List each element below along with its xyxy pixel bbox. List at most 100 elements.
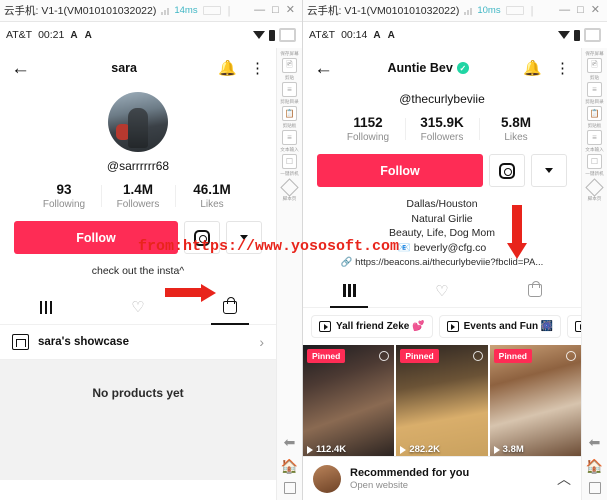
text-input-icon[interactable]: ☐ [587, 154, 602, 169]
instagram-button[interactable] [489, 154, 525, 187]
showcase-name: sara's showcase [38, 335, 129, 348]
screenshot-icon[interactable] [279, 28, 296, 42]
tab-liked[interactable]: ♡ [396, 274, 489, 307]
minimize-button[interactable]: — [559, 5, 570, 16]
profile-header: ← sara 🔔 ⋮ [0, 48, 276, 88]
recommendation-bar[interactable]: Recommended for you Open website ︿ [303, 456, 581, 500]
carrier-label: AT&T [309, 29, 336, 41]
stat-label: Followers [420, 132, 464, 143]
stat-label: Following [346, 132, 390, 143]
playlist-chips: Yall friend Zeke 💕 Events and Fun 🎆 [303, 308, 581, 345]
playlist-chip[interactable]: Yall friend Zeke 💕 [311, 315, 433, 338]
home-icon[interactable]: 🏠 [586, 458, 603, 475]
font-large-icon: A [84, 29, 93, 41]
back-icon[interactable]: ⬅ [589, 434, 601, 451]
list-icon[interactable]: ≡ [282, 130, 297, 145]
stat-value: 1.4M [122, 182, 153, 197]
chevron-up-icon[interactable]: ︿ [557, 469, 571, 489]
stat-following[interactable]: 93 Following [27, 182, 101, 210]
recent-apps-icon[interactable] [283, 482, 296, 494]
shopping-bag-icon [223, 297, 237, 314]
playlist-chip[interactable] [567, 315, 581, 338]
stat-label: Followers [116, 199, 160, 210]
list-icon[interactable]: ≡ [587, 82, 602, 97]
font-large-icon: A [387, 29, 396, 41]
video-thumbnail[interactable]: Pinned 3.8M [489, 345, 581, 457]
profile-handle: @sarrrrrr68 [106, 159, 170, 173]
profile-actions: Follow [303, 154, 581, 187]
chevron-right-icon[interactable]: › [259, 334, 264, 350]
battery-icon [505, 6, 524, 15]
back-button[interactable]: ← [314, 59, 333, 78]
avatar [313, 464, 341, 493]
playlist-label: Yall friend Zeke 💕 [336, 321, 425, 332]
page-title: Auntie Bev ✓ [333, 61, 523, 75]
bio-link[interactable]: 🔗 https://beacons.ai/thecurlybeviie?fbcl… [303, 257, 581, 268]
heart-icon: ♡ [131, 299, 145, 316]
wifi-icon [253, 31, 265, 39]
maximize-button[interactable]: □ [577, 5, 584, 16]
back-icon[interactable]: ⬅ [284, 434, 296, 451]
tool-label: 剪贴板 [587, 123, 602, 128]
annotation-arrow-shop-tab [165, 283, 216, 302]
video-thumbnail[interactable]: Pinned 112.4K [303, 345, 395, 457]
image-icon[interactable]: 🖻 [587, 58, 602, 73]
maximize-button[interactable]: □ [272, 5, 279, 16]
store-icon [12, 333, 29, 350]
bell-icon[interactable]: 🔔 [523, 59, 542, 77]
clipboard-icon[interactable]: 📋 [587, 106, 602, 121]
battery-status-icon [574, 29, 580, 41]
tab-shop[interactable] [488, 274, 581, 307]
diamond-icon[interactable] [280, 178, 299, 197]
playlist-chip[interactable]: Events and Fun 🎆 [438, 315, 562, 338]
tool-label: 剪贴 [284, 75, 295, 80]
page-title: sara [30, 61, 218, 75]
stat-followers[interactable]: 1.4M Followers [101, 182, 175, 210]
stat-following[interactable]: 1152 Following [331, 115, 405, 143]
latency-label: 14ms [174, 5, 198, 16]
stat-likes[interactable]: 46.1M Likes [175, 182, 249, 210]
profile-header: ← Auntie Bev ✓ 🔔 ⋮ [303, 48, 581, 88]
tool-label: 剪贴板 [282, 123, 297, 128]
close-button[interactable]: ✕ [591, 5, 600, 16]
image-icon[interactable]: 🖻 [282, 58, 297, 73]
stat-value: 93 [56, 182, 72, 197]
video-thumbnail[interactable]: Pinned 282.2K [396, 345, 488, 457]
diamond-icon[interactable] [585, 178, 604, 197]
pinned-badge: Pinned [307, 349, 346, 363]
clock-label: 00:14 [341, 29, 368, 41]
profile-bio: check out the insta^ [91, 265, 185, 277]
phone-screen-right: ← Auntie Bev ✓ 🔔 ⋮ @thecurlybeviie 1152 … [303, 48, 581, 500]
more-options-icon[interactable]: ⋮ [250, 59, 265, 77]
more-options-icon[interactable]: ⋮ [555, 59, 570, 77]
bookmark-icon [565, 351, 576, 361]
stat-likes[interactable]: 5.8M Likes [479, 115, 553, 143]
screenshot-icon[interactable] [584, 28, 601, 42]
list-icon[interactable]: ≡ [282, 82, 297, 97]
text-input-icon[interactable]: ☐ [282, 154, 297, 169]
showcase-row[interactable]: sara's showcase › [0, 324, 276, 360]
tool-label: 一键新机 [280, 171, 299, 176]
tab-videos[interactable] [0, 291, 92, 324]
more-actions-button[interactable] [531, 154, 567, 187]
avatar[interactable] [108, 92, 168, 152]
home-icon[interactable]: 🏠 [281, 458, 298, 475]
tab-videos[interactable] [303, 274, 396, 307]
grid-icon [39, 300, 53, 314]
stat-label: Following [42, 199, 86, 210]
stat-value: 315.9K [420, 115, 464, 130]
minimize-button[interactable]: — [254, 5, 265, 16]
tool-label: 文本输入 [280, 147, 299, 152]
recent-apps-icon[interactable] [588, 482, 601, 494]
stat-followers[interactable]: 315.9K Followers [405, 115, 479, 143]
arrow-tail [165, 288, 201, 297]
bell-icon[interactable]: 🔔 [218, 59, 237, 77]
view-count: 282.2K [400, 444, 440, 455]
tool-sidebar-left: 保存屏幕 🖻 剪贴 ≡ 剪贴目录 📋 剪贴板 ≡ 文本输入 ☐ 一键新机 脚本页… [276, 48, 302, 500]
close-button[interactable]: ✕ [286, 5, 295, 16]
follow-button[interactable]: Follow [317, 154, 483, 187]
back-button[interactable]: ← [11, 59, 30, 78]
arrow-head [507, 243, 527, 259]
clipboard-icon[interactable]: 📋 [282, 106, 297, 121]
list-icon[interactable]: ≡ [587, 130, 602, 145]
